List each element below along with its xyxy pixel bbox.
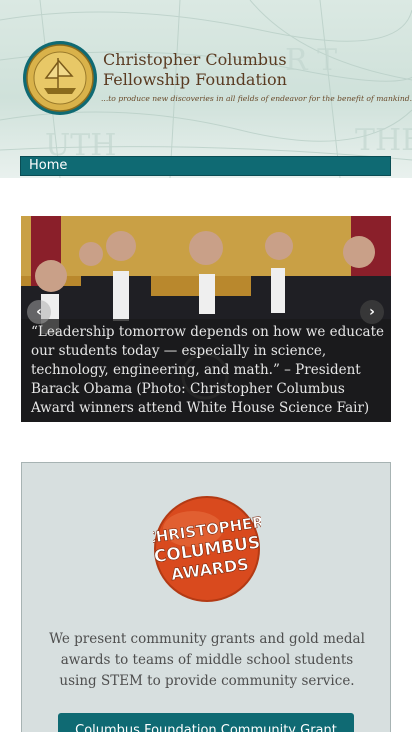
svg-text:THE: THE xyxy=(355,123,412,158)
foundation-seal-icon[interactable] xyxy=(22,40,98,116)
slide-caption: “Leadership tomorrow depends on how we e… xyxy=(21,319,391,422)
columbus-awards-logo[interactable]: CHRISTOPHER COLUMBUS AWARDS xyxy=(153,495,261,603)
org-name-line1: Christopher Columbus xyxy=(103,50,287,69)
chevron-right-icon[interactable]: › xyxy=(360,300,384,324)
nav-home-link[interactable]: Home xyxy=(29,158,67,173)
awards-info-box: CHRISTOPHER COLUMBUS AWARDS We present c… xyxy=(21,462,391,732)
organization-name[interactable]: Christopher Columbus Fellowship Foundati… xyxy=(103,50,303,90)
tagline: ...to produce new discoveries in all fie… xyxy=(101,94,412,103)
site-header: R T UTH THE Christopher Columbus Fellows… xyxy=(0,0,412,178)
image-slider[interactable]: “Leadership tomorrow depends on how we e… xyxy=(21,216,391,422)
org-name-line2: Fellowship Foundation xyxy=(103,70,287,89)
awards-description: We present community grants and gold med… xyxy=(49,631,365,689)
community-grant-button[interactable]: Columbus Foundation Community Grant xyxy=(58,713,354,732)
main-nav: Home xyxy=(20,156,391,176)
chevron-left-icon[interactable]: ‹ xyxy=(27,300,51,324)
